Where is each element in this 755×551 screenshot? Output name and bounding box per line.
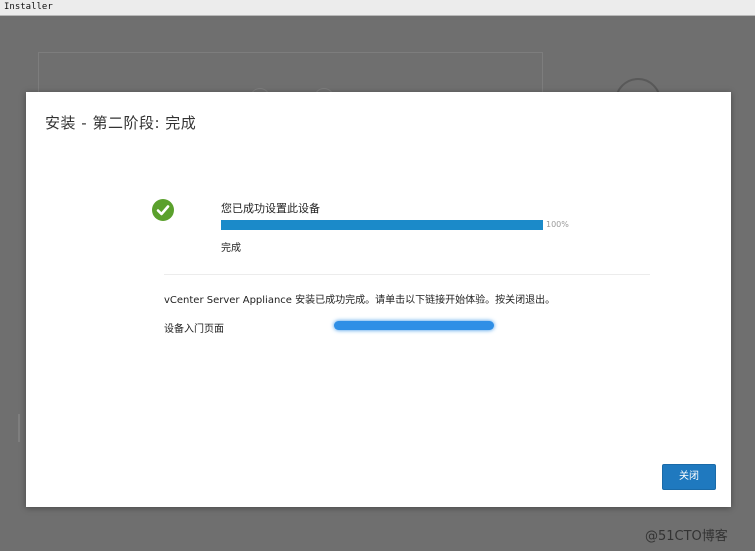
progress-bar [221,220,543,230]
redacted-link[interactable] [334,321,494,330]
dialog-title: 安装 - 第二阶段: 完成 [45,114,197,132]
window-title: Installer [4,2,53,12]
success-check-icon [152,199,174,221]
close-button[interactable]: 关闭 [662,464,716,490]
appliance-getting-started-label: 设备入门页面 [164,324,224,335]
completion-message: vCenter Server Appliance 安装已成功完成。请单击以下链接… [164,295,556,306]
progress-fill [221,220,543,230]
status-text: 您已成功设置此设备 [221,202,320,215]
divider [164,274,650,275]
install-complete-dialog: 安装 - 第二阶段: 完成 您已成功设置此设备 100% 完成 vCenter … [26,92,731,507]
background-text [18,414,26,442]
watermark: @51CTO博客 [645,529,728,544]
done-text: 完成 [221,243,241,254]
window-titlebar: Installer [0,0,755,16]
progress-percent: 100% [546,220,569,229]
